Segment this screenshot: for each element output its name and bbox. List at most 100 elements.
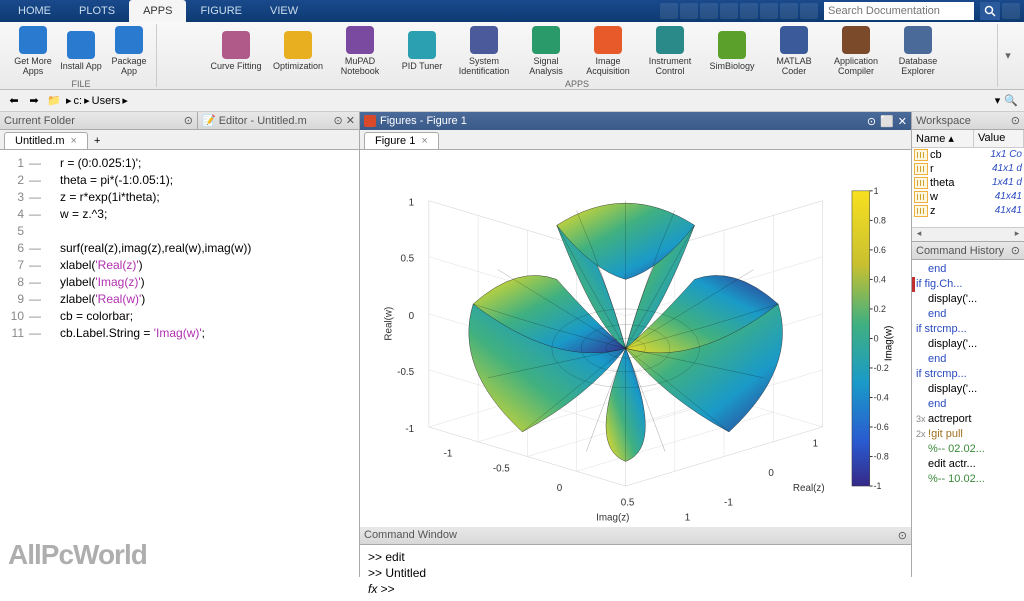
command-window[interactable]: >> edit >> Untitled fx >> [360, 545, 911, 601]
ribbon-instrument-control[interactable]: Instrument Control [640, 24, 700, 78]
command-window-panel: Command Window⊙ >> edit >> Untitled fx >… [360, 527, 911, 601]
qat-icon[interactable] [760, 3, 778, 19]
close-tab-icon[interactable]: × [421, 135, 427, 147]
workspace-list[interactable]: cb1x1 Cor41x1 dtheta1x41 dw41x41z41x41 [912, 148, 1024, 227]
search-button[interactable] [980, 2, 1000, 20]
file-tab[interactable]: Untitled.m× [4, 132, 88, 149]
panel-dropdown-icon[interactable]: ⊙ [867, 115, 876, 128]
ribbon-toolbar: Get More AppsInstall AppPackage App FILE… [0, 22, 1024, 90]
qat-icon[interactable] [740, 3, 758, 19]
workspace-variable[interactable]: z41x41 [912, 204, 1024, 218]
current-folder-title: Current Folder⊙ [0, 112, 198, 130]
ribbon-group-apps: Curve FittingOptimizationMuPAD NotebookP… [157, 24, 998, 87]
ribbon-group-label: FILE [71, 79, 90, 89]
path-dropdown-icon[interactable]: ▾ [995, 94, 1001, 107]
login-icon[interactable] [1002, 3, 1020, 19]
history-item[interactable]: 2x !git pull [916, 427, 1020, 442]
ribbon-system-identification[interactable]: System Identification [454, 24, 514, 78]
ribbon-group-label: APPS [565, 79, 589, 89]
search-documentation-input[interactable] [824, 2, 974, 20]
svg-text:-1: -1 [405, 424, 414, 435]
ribbon-matlab-coder[interactable]: MATLAB Coder [764, 24, 824, 78]
svg-text:-1: -1 [724, 498, 733, 509]
workspace-variable[interactable]: theta1x41 d [912, 176, 1024, 190]
ribbon-application-compiler[interactable]: Application Compiler [826, 24, 886, 78]
menu-tab-figure[interactable]: FIGURE [186, 0, 256, 22]
variable-icon [914, 177, 928, 189]
svg-text:-1: -1 [874, 481, 882, 491]
ribbon-mupad-notebook[interactable]: MuPAD Notebook [330, 24, 390, 78]
qat-icon[interactable] [780, 3, 798, 19]
main-layout: Current Folder⊙ 📝Editor - Untitled.m ⊙ ✕… [0, 112, 1024, 577]
variable-icon [914, 149, 928, 161]
panel-dropdown-icon[interactable]: ⊙ [1011, 114, 1020, 127]
history-item[interactable]: display('... [916, 292, 1020, 307]
ribbon-package-app[interactable]: Package App [106, 24, 152, 78]
menu-tab-home[interactable]: HOME [4, 0, 65, 22]
close-tab-icon[interactable]: × [71, 135, 77, 147]
ribbon-group-file: Get More AppsInstall AppPackage App FILE [6, 24, 157, 87]
breadcrumb-path[interactable]: ▸c: ▸Users ▸ [66, 94, 128, 107]
ribbon-database-explorer[interactable]: Database Explorer [888, 24, 948, 78]
command-history-panel: Command History⊙ endif fig.Ch...display(… [912, 242, 1024, 577]
add-tab-button[interactable]: + [88, 133, 106, 149]
svg-text:-0.8: -0.8 [874, 451, 889, 461]
code-editor[interactable]: 1—r = (0:0.025:1)';2—theta = pi*(-1:0.05… [0, 150, 359, 577]
ribbon-signal-analysis[interactable]: Signal Analysis [516, 24, 576, 78]
qat-icon[interactable] [720, 3, 738, 19]
ribbon-get-more-apps[interactable]: Get More Apps [10, 24, 56, 78]
app-icon [284, 31, 312, 59]
panel-dropdown-icon[interactable]: ⊙ [1011, 244, 1020, 257]
workspace-scrollbar[interactable]: ◂▸ [912, 227, 1024, 241]
history-item[interactable]: end [916, 352, 1020, 367]
command-history-list[interactable]: endif fig.Ch...display('...endif strcmp.… [912, 260, 1024, 577]
history-item[interactable]: %-- 02.02... [916, 442, 1020, 457]
nav-back-icon[interactable]: ⬅ [6, 93, 22, 109]
menu-tab-plots[interactable]: PLOTS [65, 0, 129, 22]
svg-text:-0.5: -0.5 [493, 463, 510, 474]
workspace-header[interactable]: Name ▴ Value [912, 130, 1024, 148]
history-item[interactable]: end [916, 307, 1020, 322]
history-item[interactable]: if strcmp... [916, 367, 1020, 382]
ribbon-install-app[interactable]: Install App [58, 24, 104, 78]
help-icon[interactable] [800, 3, 818, 19]
history-item[interactable]: display('... [916, 337, 1020, 352]
nav-fwd-icon[interactable]: ➡ [26, 93, 42, 109]
ribbon-expand-icon[interactable]: ▾ [998, 24, 1018, 87]
ribbon-image-acquisition[interactable]: Image Acquisition [578, 24, 638, 78]
editor-tab-bar: Untitled.m× + [0, 130, 359, 150]
qat-icon[interactable] [680, 3, 698, 19]
panel-actions[interactable]: ⊙ ✕ [334, 114, 356, 127]
menubar-quick-access [660, 2, 1020, 20]
ribbon-pid-tuner[interactable]: PID Tuner [392, 24, 452, 78]
ribbon-curve-fitting[interactable]: Curve Fitting [206, 24, 266, 78]
history-item[interactable]: edit actr... [916, 457, 1020, 472]
history-item[interactable]: if fig.Ch... [912, 277, 1020, 292]
panel-dropdown-icon[interactable]: ⊙ [184, 114, 193, 127]
qat-icon[interactable] [700, 3, 718, 19]
workspace-variable[interactable]: w41x41 [912, 190, 1024, 204]
panel-maximize-icon[interactable]: ⬜ [880, 115, 894, 128]
figure-canvas[interactable]: 1 0.5 0 -0.5 -1 Real(w) -1 -0.5 0 0.5 1 … [360, 150, 911, 527]
workspace-variable[interactable]: cb1x1 Co [912, 148, 1024, 162]
close-icon[interactable]: ✕ [898, 115, 907, 128]
history-item[interactable]: display('... [916, 382, 1020, 397]
qat-icon[interactable] [660, 3, 678, 19]
svg-text:1: 1 [874, 186, 879, 196]
workspace-variable[interactable]: r41x1 d [912, 162, 1024, 176]
svg-text:0: 0 [409, 311, 415, 322]
ribbon-simbiology[interactable]: SimBiology [702, 24, 762, 78]
menu-tab-apps[interactable]: APPS [129, 0, 186, 22]
history-item[interactable]: end [916, 397, 1020, 412]
panel-dropdown-icon[interactable]: ⊙ [898, 529, 907, 542]
menu-tab-view[interactable]: VIEW [256, 0, 312, 22]
history-item[interactable]: %-- 10.02... [916, 472, 1020, 487]
search-path-icon[interactable]: 🔍 [1004, 94, 1018, 107]
figure-tab[interactable]: Figure 1× [364, 132, 439, 149]
center-pane: Figures - Figure 1 ⊙⬜✕ Figure 1× [360, 112, 912, 577]
ribbon-optimization[interactable]: Optimization [268, 24, 328, 78]
history-item[interactable]: end [916, 262, 1020, 277]
history-item[interactable]: 3x actreport [916, 412, 1020, 427]
folder-icon[interactable]: 📁 [46, 93, 62, 109]
history-item[interactable]: if strcmp... [916, 322, 1020, 337]
